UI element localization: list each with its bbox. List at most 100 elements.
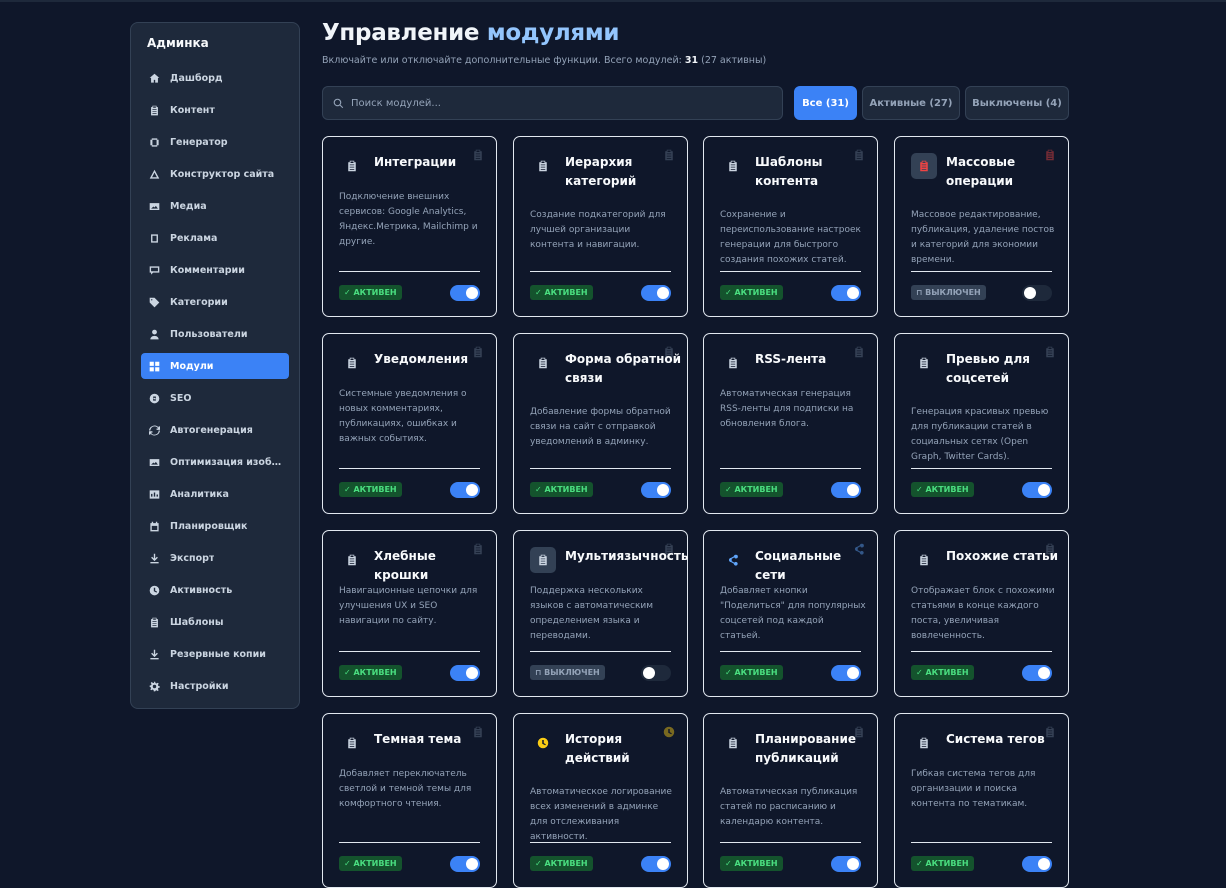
sidebar-item-16[interactable]: Активность [141, 577, 289, 603]
module-divider [530, 468, 671, 469]
module-toggle[interactable] [641, 482, 671, 498]
sidebar-item-1[interactable]: Контент [141, 97, 289, 123]
module-icon [911, 350, 937, 376]
module-toggle[interactable] [831, 482, 861, 498]
module-icon [720, 350, 746, 376]
module-description: Автоматическая публикация статей по расп… [720, 787, 858, 827]
module-toggle[interactable] [1022, 482, 1052, 498]
sidebar-item-3[interactable]: Конструктор сайта [141, 161, 289, 187]
clipboard-icon [729, 357, 737, 369]
sidebar-item-2[interactable]: Генератор [141, 129, 289, 155]
module-toggle[interactable] [450, 856, 480, 872]
page-title: Управление модулями [322, 20, 620, 46]
clipboard-icon [348, 357, 356, 369]
clipboard-red-icon [920, 160, 928, 172]
module-divider [720, 842, 861, 843]
sidebar: Админка Дашборд Контент Генератор Конструкт… [130, 22, 300, 709]
sidebar-item-6[interactable]: Комментарии [141, 257, 289, 283]
module-divider [530, 651, 671, 652]
search-icon [333, 98, 344, 108]
home-icon [149, 73, 160, 83]
module-toggle[interactable] [831, 665, 861, 681]
module-icon [530, 153, 556, 179]
filter-disabled-button[interactable]: Выключены (4) [965, 86, 1069, 120]
clipboard-icon [151, 105, 158, 115]
module-title: Интеграции [374, 155, 457, 169]
module-toggle[interactable] [1022, 285, 1052, 301]
module-toggle[interactable] [641, 285, 671, 301]
module-icon [720, 730, 746, 756]
module-toggle[interactable] [641, 665, 671, 681]
module-title: История действий [565, 732, 630, 765]
sidebar-item-17[interactable]: Шаблоны [141, 609, 289, 635]
module-icon [339, 153, 365, 179]
module-description: Массовое редактирование, публикация, уда… [911, 210, 1055, 265]
toggle-knob [847, 858, 859, 870]
filter-active-button[interactable]: Активные (27) [862, 86, 960, 120]
search-box[interactable] [322, 86, 783, 120]
sidebar-item-13[interactable]: Аналитика [141, 481, 289, 507]
status-badge: ✓ АКТИВЕН [339, 856, 402, 871]
module-card: Хлебные крошки Навигационные цепочки для … [322, 530, 497, 697]
clipboard-icon [539, 357, 547, 369]
sidebar-item-15[interactable]: Экспорт [141, 545, 289, 571]
sidebar-item-12[interactable]: Оптимизация изобра... [141, 449, 289, 475]
sidebar-item-5[interactable]: Реклама [141, 225, 289, 251]
module-toggle[interactable] [450, 482, 480, 498]
sidebar-item-18[interactable]: Резервные копии [141, 641, 289, 667]
module-title: Иерархия категорий [565, 155, 637, 188]
toggle-knob [1038, 858, 1050, 870]
module-card: История действий Автоматическое логирован… [513, 713, 688, 888]
download-icon [150, 649, 159, 659]
module-icon [339, 547, 365, 573]
status-badge: ✓ АКТИВЕН [339, 285, 402, 300]
modules-total: 31 [684, 55, 699, 66]
sidebar-item-8[interactable]: Пользователи [141, 321, 289, 347]
module-toggle[interactable] [831, 856, 861, 872]
module-toggle[interactable] [641, 856, 671, 872]
module-description: Подключение внешних сервисов: Google Ana… [339, 192, 478, 247]
module-card: Массовые операции Массовое редактирование… [894, 136, 1069, 317]
module-toggle[interactable] [450, 285, 480, 301]
module-toggle[interactable] [1022, 665, 1052, 681]
module-card: Мультиязычность Поддержка нескольких язык… [513, 530, 688, 697]
module-description: Поддержка нескольких языков с автоматиче… [530, 586, 654, 641]
clipboard-icon [539, 160, 547, 172]
module-description: Автоматическое логирование всех изменени… [530, 787, 672, 842]
sidebar-item-label: Автогенерация [170, 424, 253, 436]
generator-icon [150, 137, 159, 147]
filter-all-button[interactable]: Все (31) [794, 86, 857, 120]
search-input[interactable] [351, 97, 771, 109]
sidebar-item-14[interactable]: Планировщик [141, 513, 289, 539]
sidebar-item-7[interactable]: Категории [141, 289, 289, 315]
status-badge: ✓ АКТИВЕН [720, 285, 783, 300]
subtitle-prefix: Включайте или отключайте дополнительные … [322, 55, 685, 66]
sidebar-item-9[interactable]: Модули [141, 353, 289, 379]
sidebar-item-19[interactable]: Настройки [141, 673, 289, 699]
toggle-knob [847, 667, 859, 679]
module-divider [911, 271, 1052, 272]
sidebar-item-label: Планировщик [170, 520, 248, 532]
module-divider [911, 468, 1052, 469]
module-divider [339, 468, 480, 469]
sidebar-item-10[interactable]: SEO [141, 385, 289, 411]
sidebar-item-label: Медиа [170, 200, 207, 212]
module-description: Навигационные цепочки для улучшения UX и… [339, 586, 478, 626]
refresh-icon [149, 425, 160, 435]
share-icon [728, 554, 738, 566]
toggle-knob [657, 484, 669, 496]
module-toggle[interactable] [1022, 856, 1052, 872]
sidebar-item-11[interactable]: Автогенерация [141, 417, 289, 443]
module-toggle[interactable] [831, 285, 861, 301]
status-badge: ✓ АКТИВЕН [530, 856, 593, 871]
module-card: Уведомления Системные уведомления о новых… [322, 333, 497, 514]
module-title: Массовые операции [946, 155, 1016, 188]
top-border [0, 0, 1226, 2]
clipboard-icon [920, 737, 928, 749]
sidebar-item-4[interactable]: Медиа [141, 193, 289, 219]
sidebar-item-0[interactable]: Дашборд [141, 65, 289, 91]
module-card: Система тегов Гибкая система тегов для ор… [894, 713, 1069, 888]
gear-icon [149, 681, 160, 691]
module-icon [911, 153, 937, 179]
module-toggle[interactable] [450, 665, 480, 681]
